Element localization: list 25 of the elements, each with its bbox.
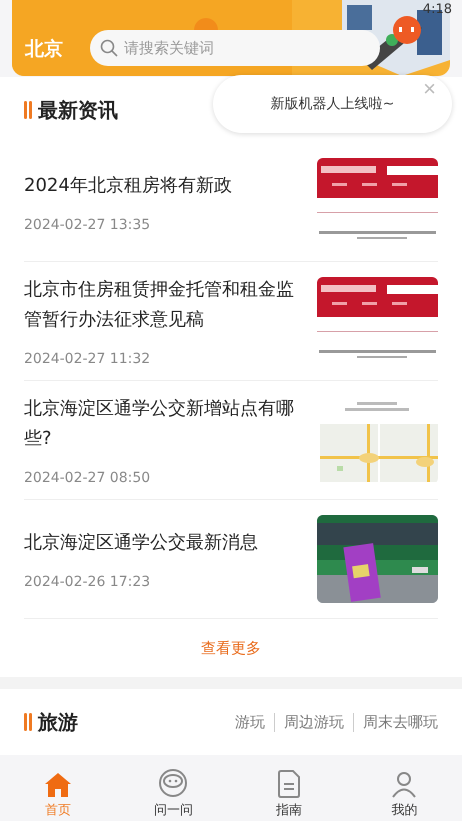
- robot-icon: [158, 768, 188, 798]
- tab-bar-item[interactable]: 问一问: [116, 755, 231, 821]
- category-tab[interactable]: 周边游玩: [274, 712, 353, 732]
- user-icon: [391, 770, 418, 798]
- news-title[interactable]: 北京海淀区通学公交最新消息: [24, 528, 307, 558]
- accent-bars-icon: [24, 101, 32, 119]
- category-tab[interactable]: 游玩: [226, 712, 274, 732]
- search-icon: [100, 39, 118, 57]
- home-icon: [44, 772, 72, 798]
- news-title[interactable]: 北京海淀区通学公交新增站点有哪些?: [24, 394, 307, 454]
- section-title: 最新资讯: [38, 96, 118, 124]
- popup-message: 新版机器人上线啦~: [270, 95, 394, 113]
- category-tab[interactable]: 周末去哪玩: [353, 712, 438, 732]
- tab-bar-item[interactable]: 指南: [231, 755, 346, 821]
- tab-bar-item[interactable]: 我的: [346, 755, 462, 821]
- news-date: 2024-02-27 08:50: [24, 470, 152, 486]
- document-icon: [276, 770, 301, 798]
- search-field[interactable]: 请搜索关键词: [90, 30, 380, 66]
- news-date: 2024-02-27 13:35: [24, 217, 152, 233]
- news-date: 2024-02-26 17:23: [24, 574, 152, 590]
- news-date: 2024-02-27 11:32: [24, 351, 152, 367]
- news-title[interactable]: 2024年北京租房将有新政: [24, 171, 307, 201]
- accent-bars-icon: [24, 713, 32, 731]
- news-title[interactable]: 北京市住房租赁押金托管和租金监管暂行办法征求意见稿: [24, 275, 307, 335]
- section-title: 旅游: [38, 708, 78, 736]
